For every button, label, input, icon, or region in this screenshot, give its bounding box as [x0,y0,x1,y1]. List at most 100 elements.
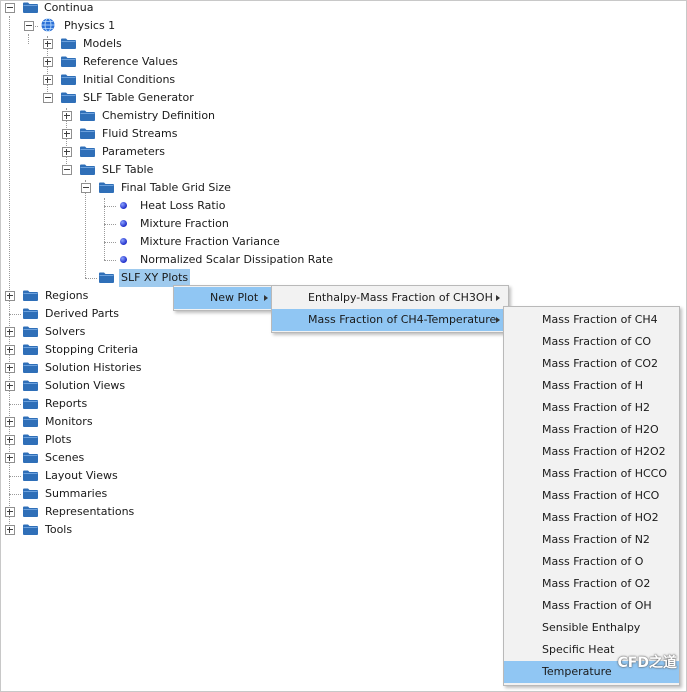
expand-icon[interactable] [5,525,15,535]
tree-item-mixture-fraction[interactable]: Mixture Fraction [0,215,260,233]
tree-item-monitors[interactable]: Monitors [0,413,170,431]
menu-item-variable[interactable]: Mass Fraction of O [504,551,679,573]
tree-item-reference-values[interactable]: Reference Values [0,53,200,71]
tree-item-slf-table-generator[interactable]: SLF Table Generator [0,89,220,107]
menu-item-label: Sensible Enthalpy [542,621,641,634]
menu-item-label: Enthalpy-Mass Fraction of CH3OH [308,291,493,304]
folder-icon [23,524,38,535]
expand-icon[interactable] [62,129,72,139]
tree-item-plots[interactable]: Plots [0,431,170,449]
menu-item-variable[interactable]: Mass Fraction of CH4 [504,309,679,331]
tree-item-chemistry-definition[interactable]: Chemistry Definition [0,107,220,125]
tree-item-solvers[interactable]: Solvers [0,323,170,341]
tree-label: Representations [45,505,135,518]
folder-icon [23,398,38,409]
tree-item-regions[interactable]: Regions [0,287,170,305]
expand-icon[interactable] [62,147,72,157]
expand-icon[interactable] [5,417,15,427]
tree-item-summaries[interactable]: Summaries [0,485,170,503]
tree-item-reports[interactable]: Reports [0,395,170,413]
menu-item-variable[interactable]: Mass Fraction of CO [504,331,679,353]
folder-icon [99,272,114,283]
tree-label: Solvers [45,325,86,338]
tree-item-fluid-streams[interactable]: Fluid Streams [0,125,220,143]
menu-item-variable[interactable]: Mass Fraction of CO2 [504,353,679,375]
tree-item-initial-conditions[interactable]: Initial Conditions [0,71,200,89]
collapse-icon[interactable] [24,21,34,31]
tree-item-normalized-scalar-dissipation-rate[interactable]: Normalized Scalar Dissipation Rate [0,251,334,269]
parameter-bullet-icon [120,202,127,209]
expand-icon[interactable] [5,291,15,301]
menu-item-label: Mass Fraction of O [542,555,644,568]
expand-icon[interactable] [43,57,53,67]
expand-icon[interactable] [5,381,15,391]
tree-label: Layout Views [45,469,118,482]
folder-icon [23,308,38,319]
expand-icon[interactable] [5,507,15,517]
expand-icon[interactable] [5,327,15,337]
tree-item-solution-histories[interactable]: Solution Histories [0,359,170,377]
menu-item-label: Mass Fraction of CH4-Temperature [308,313,497,326]
tree-item-solution-views[interactable]: Solution Views [0,377,170,395]
menu-item-variable[interactable]: Mass Fraction of OH [504,595,679,617]
expand-icon[interactable] [5,345,15,355]
menu-item-ch4-temperature[interactable]: Mass Fraction of CH4-Temperature [272,309,508,331]
tree-label: SLF Table Generator [83,91,194,104]
tree-label: Models [83,37,122,50]
tree-item-representations[interactable]: Representations [0,503,170,521]
menu-item-label: Mass Fraction of HCO [542,489,660,502]
tree-item-derived-parts[interactable]: Derived Parts [0,305,170,323]
parameter-bullet-icon [120,238,127,245]
tree-item-models[interactable]: Models [0,35,200,53]
parameter-bullet-icon [120,256,127,263]
collapse-icon[interactable] [5,3,15,13]
folder-icon [99,182,114,193]
folder-icon [23,380,38,391]
collapse-icon[interactable] [81,183,91,193]
menu-item-variable[interactable]: Sensible Enthalpy [504,617,679,639]
tree-item-final-table-grid-size[interactable]: Final Table Grid Size [0,179,240,197]
tree-item-slf-xy-plots[interactable]: SLF XY Plots [0,269,191,287]
folder-icon [61,92,76,103]
tree-label: Normalized Scalar Dissipation Rate [140,253,334,266]
expand-icon[interactable] [5,363,15,373]
menu-item-variable[interactable]: Mass Fraction of H [504,375,679,397]
tree-label: Final Table Grid Size [121,181,231,194]
collapse-icon[interactable] [43,93,53,103]
tree-item-tools[interactable]: Tools [0,521,170,539]
expand-icon[interactable] [43,39,53,49]
menu-item-label: Mass Fraction of HCCO [542,467,667,480]
menu-item-variable[interactable]: Mass Fraction of H2O2 [504,441,679,463]
collapse-icon[interactable] [62,165,72,175]
tree-label: Tools [45,523,73,536]
menu-item-variable[interactable]: Mass Fraction of H2 [504,397,679,419]
tree-label: Parameters [102,145,165,158]
tree-item-mixture-fraction-variance[interactable]: Mixture Fraction Variance [0,233,280,251]
tree-item-scenes[interactable]: Scenes [0,449,170,467]
menu-item-variable[interactable]: Mass Fraction of HCCO [504,463,679,485]
tree-item-parameters[interactable]: Parameters [0,143,220,161]
expand-icon[interactable] [43,75,53,85]
menu-item-variable[interactable]: Mass Fraction of N2 [504,529,679,551]
folder-icon [61,74,76,85]
menu-item-variable[interactable]: Mass Fraction of HCO [504,485,679,507]
tree-item-stopping-criteria[interactable]: Stopping Criteria [0,341,170,359]
folder-icon [23,434,38,445]
tree-label: SLF Table [102,163,154,176]
menu-item-new-plot[interactable]: New Plot [174,287,274,309]
tree-item-layout-views[interactable]: Layout Views [0,467,170,485]
tree-item-slf-table[interactable]: SLF Table [0,161,220,179]
expand-icon[interactable] [5,435,15,445]
menu-item-variable[interactable]: Mass Fraction of HO2 [504,507,679,529]
folder-icon [23,416,38,427]
menu-item-enthalpy-ch3oh[interactable]: Enthalpy-Mass Fraction of CH3OH [272,287,508,309]
expand-icon[interactable] [5,453,15,463]
menu-item-label: Specific Heat [542,643,615,656]
menu-item-label: Mass Fraction of HO2 [542,511,659,524]
expand-icon[interactable] [62,111,72,121]
menu-item-variable[interactable]: Mass Fraction of O2 [504,573,679,595]
tree-item-heat-loss-ratio[interactable]: Heat Loss Ratio [0,197,260,215]
tree-item-continua[interactable]: Continua [0,0,200,17]
menu-item-variable[interactable]: Mass Fraction of H2O [504,419,679,441]
tree-item-physics-1[interactable]: Physics 1 [0,17,200,35]
